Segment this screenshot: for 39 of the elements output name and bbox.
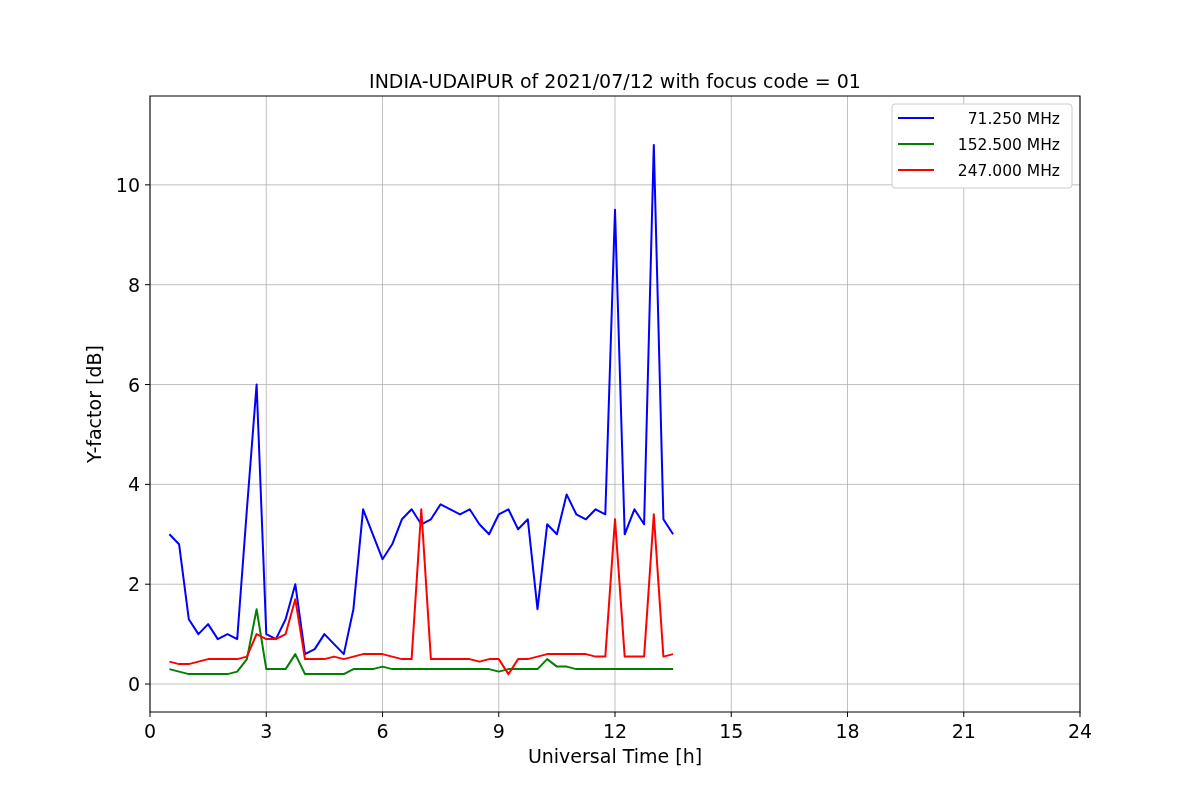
- chart-title: INDIA-UDAIPUR of 2021/07/12 with focus code = 01: [369, 70, 861, 92]
- tick-label: 8: [127, 273, 140, 296]
- tick-label: 15: [719, 720, 744, 742]
- tick-mark: [847, 711, 848, 718]
- tick-label: 4: [127, 473, 140, 496]
- y-axis-label: Y-factor [dB]: [83, 345, 105, 463]
- legend-label: 247.000 MHz: [957, 162, 1060, 180]
- tick-mark: [265, 711, 267, 718]
- tick-mark: [144, 583, 151, 585]
- legend-label: 152.500 MHz: [957, 136, 1060, 154]
- x-axis-label: Universal Time [h]: [527, 745, 703, 767]
- tick-mark: [144, 384, 151, 386]
- tick-label: 18: [835, 720, 860, 742]
- legend-line: [897, 169, 935, 171]
- tick-mark: [963, 711, 965, 718]
- tick-mark: [144, 184, 151, 186]
- tick-label: 6: [127, 373, 140, 396]
- tick-label: 24: [1067, 720, 1093, 742]
- tick-label: 9: [492, 720, 505, 742]
- tick-mark: [498, 711, 500, 718]
- tick-label: 0: [143, 720, 157, 742]
- tick-mark: [144, 284, 151, 286]
- legend-line: [897, 117, 935, 119]
- tick-mark: [730, 711, 732, 718]
- tick-mark: [614, 711, 616, 718]
- tick-mark: [382, 711, 383, 718]
- tick-label: 0: [127, 673, 140, 696]
- tick-label: 10: [115, 173, 140, 196]
- tick-label: 2: [127, 573, 140, 596]
- tick-mark: [1079, 711, 1081, 718]
- tick-label: 6: [376, 720, 389, 742]
- tick-label: 3: [260, 720, 273, 742]
- tick-label: 21: [951, 720, 976, 742]
- tick-label: 12: [602, 720, 628, 742]
- tick-mark: [144, 683, 151, 685]
- legend-line: [897, 143, 935, 145]
- legend-label: 71.250 MHz: [967, 110, 1060, 128]
- tick-mark: [144, 483, 151, 485]
- tick-mark: [149, 711, 151, 718]
